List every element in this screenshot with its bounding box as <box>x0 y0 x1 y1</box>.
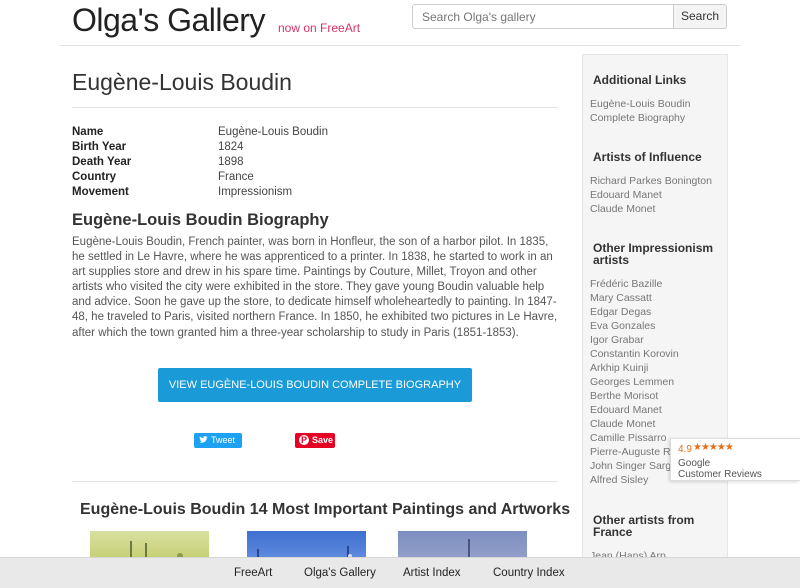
search-input[interactable] <box>412 4 674 29</box>
sidebar-link[interactable]: Complete Biography <box>583 111 729 125</box>
sidebar-link[interactable]: Frédéric Bazille <box>583 277 729 291</box>
fact-value: Eugène-Louis Boudin <box>218 126 328 138</box>
pin-label: Save <box>312 435 334 445</box>
sidebar-heading: France <box>593 525 633 539</box>
rating-score: 4.9 <box>678 444 692 455</box>
site-header: Olga's Gallery now on FreeArt Search <box>60 0 740 46</box>
paintings-heading: Eugène-Louis Boudin 14 Most Important Pa… <box>80 501 571 518</box>
sidebar-link[interactable]: Constantin Korovin <box>583 347 729 361</box>
fact-row: Name Eugène-Louis Boudin <box>72 125 558 140</box>
sidebar-additional-links: Additional Links Eugène-Louis Boudin Com… <box>583 74 729 125</box>
footer-link-country-index[interactable]: Country Index <box>493 567 565 579</box>
tweet-button[interactable]: Tweet <box>194 433 242 448</box>
sidebar-link[interactable]: Richard Parkes Bonington <box>583 174 729 188</box>
site-logo[interactable]: Olga's Gallery <box>72 2 265 39</box>
fact-row: Birth Year 1824 <box>72 140 558 155</box>
fact-key: Death Year <box>72 156 132 168</box>
pinterest-save-button[interactable]: Save <box>295 433 335 448</box>
sidebar-link[interactable]: Edgar Degas <box>583 305 729 319</box>
fact-key: Country <box>72 171 117 183</box>
sidebar-heading: artists <box>593 253 630 267</box>
fact-value: France <box>218 171 254 183</box>
sidebar-artists-france: Other artists from France Jean (Hans) Ar… <box>583 514 729 563</box>
fact-row: Country France <box>72 170 558 185</box>
sidebar-link[interactable]: Igor Grabar <box>583 333 729 347</box>
artist-facts: Name Eugène-Louis Boudin Birth Year 1824 D… <box>72 125 558 200</box>
sidebar-link[interactable]: Mary Cassatt <box>583 291 729 305</box>
sidebar-link[interactable]: Claude Monet <box>583 417 729 431</box>
search-button[interactable]: Search <box>673 4 727 29</box>
pinterest-icon <box>299 433 309 448</box>
complete-biography-button[interactable]: VIEW EUGÈNE-LOUIS BOUDIN COMPLETE BIOGRA… <box>158 368 472 402</box>
badge-reviews-label: Customer Reviews <box>678 469 762 480</box>
freeart-link[interactable]: now on FreeArt <box>278 21 360 35</box>
tweet-label: Tweet <box>211 435 236 445</box>
sidebar-link[interactable]: Edouard Manet <box>583 188 729 202</box>
fact-key: Birth Year <box>72 141 127 153</box>
page-title: Eugène-Louis Boudin <box>72 60 558 108</box>
sidebar-heading: Artists of Influence <box>593 150 702 164</box>
twitter-bird-icon <box>199 435 208 443</box>
sidebar-link[interactable]: Claude Monet <box>583 202 729 216</box>
fact-row: Death Year 1898 <box>72 155 558 170</box>
sidebar: Additional Links Eugène-Louis Boudin Com… <box>582 54 728 588</box>
sidebar-link[interactable]: Eva Gonzales <box>583 319 729 333</box>
sidebar-link[interactable]: Arkhip Kuinji <box>583 361 729 375</box>
sidebar-link[interactable]: Berthe Morisot <box>583 389 729 403</box>
main-content: Eugène-Louis Boudin Name Eugène-Louis Bou… <box>72 60 570 571</box>
footer-bar: FreeArt Olga's Gallery Artist Index Coun… <box>0 557 800 588</box>
sidebar-influence: Artists of Influence Richard Parkes Boni… <box>583 151 729 216</box>
fact-value: 1898 <box>218 156 244 168</box>
fact-value: Impressionism <box>218 186 293 198</box>
sidebar-link[interactable]: Eugène-Louis Boudin <box>583 97 729 111</box>
fact-row: Movement Impressionism <box>72 185 558 200</box>
fact-value: 1824 <box>218 141 244 153</box>
sidebar-link[interactable]: Edouard Manet <box>583 403 729 417</box>
footer-link-olgas-gallery[interactable]: Olga's Gallery <box>304 567 376 579</box>
footer-link-artist-index[interactable]: Artist Index <box>403 567 461 579</box>
fact-key: Movement <box>72 186 129 198</box>
sidebar-heading: Additional Links <box>593 73 687 87</box>
sidebar-link[interactable]: Georges Lemmen <box>583 375 729 389</box>
footer-link-freeart[interactable]: FreeArt <box>234 567 272 579</box>
biography-text: Eugène-Louis Boudin, French painter, was… <box>72 236 558 339</box>
biography-heading: Eugène-Louis Boudin Biography <box>72 211 329 229</box>
star-rating-icon: ★★★★★ <box>693 442 734 453</box>
fact-key: Name <box>72 126 104 138</box>
badge-google-label: Google <box>678 458 711 469</box>
google-reviews-badge[interactable]: 4.9 ★★★★★ Google Customer Reviews <box>670 438 800 481</box>
section-divider <box>72 481 558 482</box>
